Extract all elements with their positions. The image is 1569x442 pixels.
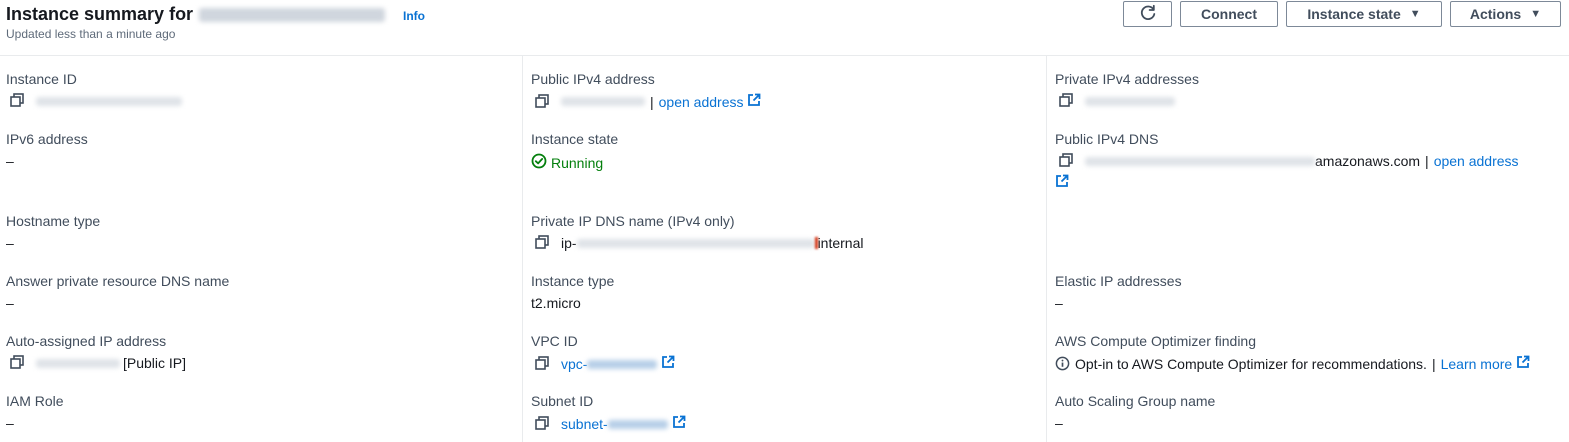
field-label: Elastic IP addresses bbox=[1055, 273, 1182, 289]
field-value: – bbox=[1055, 295, 1063, 311]
field-label: Instance state bbox=[531, 131, 619, 147]
page-title: Instance summary for bbox=[6, 4, 386, 25]
field-value: ip- internal bbox=[531, 235, 863, 251]
field-label: Subnet ID bbox=[531, 393, 594, 409]
separator: | bbox=[650, 93, 654, 110]
dns-prefix: ip- bbox=[561, 235, 577, 251]
redacted-value bbox=[1085, 96, 1175, 106]
details-column-1: Instance ID IPv6 address – Hostname type… bbox=[0, 56, 522, 442]
field-label: Public IPv4 DNS bbox=[1055, 131, 1159, 147]
field-value: [Public IP] bbox=[6, 355, 186, 371]
redacted-value bbox=[36, 358, 120, 368]
field-value: amazonaws.com | open address bbox=[1055, 153, 1519, 169]
redacted-value bbox=[587, 360, 658, 370]
field-value: vpc- bbox=[531, 355, 675, 372]
open-address-link[interactable]: open address bbox=[1434, 153, 1519, 169]
public-ip-tag: [Public IP] bbox=[123, 355, 187, 371]
field-value: t2.micro bbox=[531, 295, 581, 311]
field-value bbox=[1055, 93, 1175, 109]
info-circle-icon bbox=[1055, 356, 1070, 371]
redacted-value bbox=[561, 97, 645, 106]
learn-more-link[interactable]: Learn more bbox=[1441, 356, 1513, 372]
field-value bbox=[6, 93, 182, 109]
dns-suffix: internal bbox=[817, 235, 864, 251]
vpc-prefix: vpc- bbox=[561, 355, 588, 372]
field-label: IPv6 address bbox=[6, 131, 88, 147]
field-label: Auto Scaling Group name bbox=[1055, 393, 1216, 409]
refresh-button[interactable] bbox=[1123, 1, 1172, 27]
copy-icon[interactable] bbox=[10, 355, 26, 371]
field-value: | open address bbox=[531, 93, 761, 110]
caret-down-icon: ▼ bbox=[1530, 8, 1542, 20]
actions-label: Actions bbox=[1469, 6, 1522, 22]
copy-icon[interactable] bbox=[535, 93, 551, 110]
field-value: Running bbox=[531, 153, 603, 172]
field-value: – bbox=[6, 415, 14, 431]
external-link-icon[interactable] bbox=[1516, 355, 1530, 372]
subnet-id-link[interactable]: subnet- bbox=[561, 416, 668, 432]
field-value: – bbox=[1055, 415, 1063, 431]
copy-icon[interactable] bbox=[1059, 93, 1075, 109]
refresh-icon bbox=[1139, 4, 1157, 25]
field-label: Instance type bbox=[531, 273, 615, 289]
subnet-prefix: subnet- bbox=[561, 415, 608, 432]
copy-icon[interactable] bbox=[535, 415, 551, 432]
field-label: Instance ID bbox=[6, 71, 77, 87]
field-label: Private IP DNS name (IPv4 only) bbox=[531, 213, 735, 229]
redacted-instance-id bbox=[199, 8, 386, 23]
copy-icon[interactable] bbox=[535, 355, 551, 372]
redacted-value bbox=[36, 96, 182, 106]
external-link-icon[interactable] bbox=[747, 93, 761, 110]
field-label: VPC ID bbox=[531, 333, 578, 349]
external-link-icon[interactable] bbox=[672, 415, 686, 432]
external-link-icon[interactable] bbox=[1055, 174, 1069, 191]
details-column-2: Public IPv4 address | open address Insta… bbox=[522, 56, 1046, 442]
field-value: Opt-in to AWS Compute Optimizer for reco… bbox=[1055, 355, 1530, 372]
field-value: – bbox=[6, 153, 14, 169]
redacted-value bbox=[1085, 156, 1315, 166]
actions-dropdown[interactable]: Actions ▼ bbox=[1450, 1, 1561, 27]
field-value: subnet- bbox=[531, 415, 686, 432]
info-link[interactable]: Info bbox=[403, 9, 425, 23]
instance-state-dropdown[interactable]: Instance state ▼ bbox=[1286, 1, 1442, 27]
redaction-mark bbox=[814, 237, 818, 249]
field-value: – bbox=[6, 295, 14, 311]
field-label: Answer private resource DNS name bbox=[6, 273, 230, 289]
redacted-value bbox=[576, 238, 815, 248]
separator: | bbox=[1431, 355, 1436, 372]
check-circle-icon bbox=[531, 153, 551, 172]
copy-icon[interactable] bbox=[10, 93, 26, 109]
copy-icon[interactable] bbox=[1059, 153, 1075, 169]
field-label: Private IPv4 addresses bbox=[1055, 71, 1199, 87]
field-label: Public IPv4 address bbox=[531, 71, 655, 87]
instance-state-value: Running bbox=[551, 154, 604, 171]
external-link-icon[interactable] bbox=[661, 355, 675, 372]
connect-button[interactable]: Connect bbox=[1180, 1, 1278, 27]
field-label: Hostname type bbox=[6, 213, 101, 229]
dns-suffix: amazonaws.com bbox=[1315, 153, 1421, 169]
copy-icon[interactable] bbox=[535, 235, 551, 251]
optimizer-text: Opt-in to AWS Compute Optimizer for reco… bbox=[1075, 355, 1427, 372]
caret-down-icon: ▼ bbox=[1409, 8, 1421, 20]
field-label: AWS Compute Optimizer finding bbox=[1055, 333, 1256, 349]
summary-header: Instance summary for Info Updated less t… bbox=[0, 0, 1569, 56]
instance-state-label: Instance state bbox=[1307, 6, 1401, 22]
details-column-3: Private IPv4 addresses Public IPv4 DNS a… bbox=[1046, 56, 1569, 442]
field-label: IAM Role bbox=[6, 393, 64, 409]
last-updated-text: Updated less than a minute ago bbox=[6, 27, 176, 41]
vpc-id-link[interactable]: vpc- bbox=[561, 355, 658, 372]
open-address-link[interactable]: open address bbox=[659, 94, 744, 110]
field-label: Auto-assigned IP address bbox=[6, 333, 167, 349]
redacted-value bbox=[607, 420, 668, 430]
separator: | bbox=[1425, 153, 1429, 169]
field-value: – bbox=[6, 235, 14, 251]
